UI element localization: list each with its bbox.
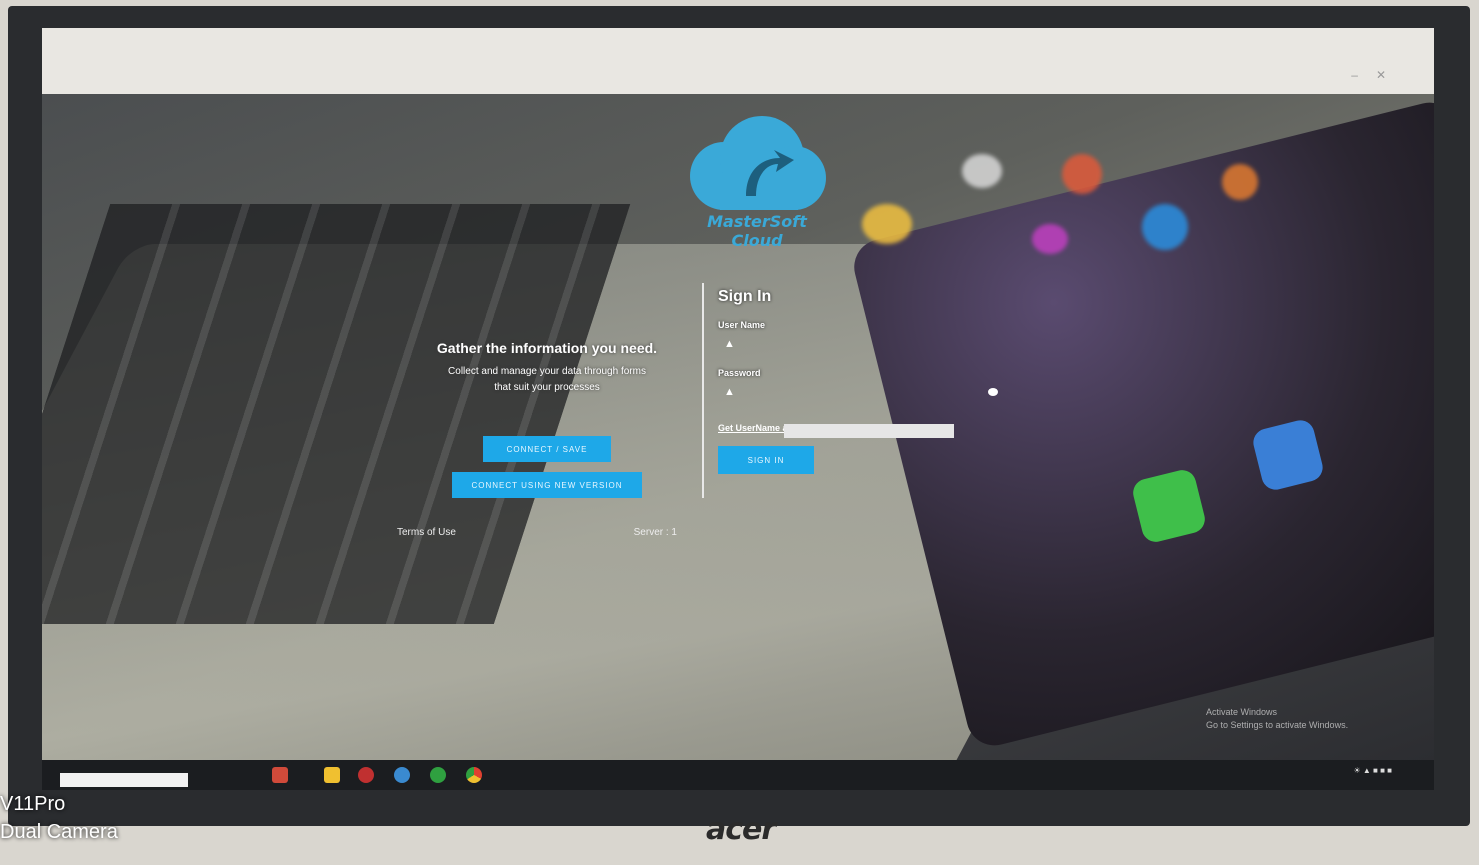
user-icon: ▲: [724, 338, 735, 350]
monitor-brand-logo: acer: [706, 812, 776, 847]
server-label: Server : 1: [633, 527, 677, 538]
monitor-frame: –✕ MasterSoft Cloud Gather the informati…: [8, 6, 1470, 826]
taskbar-app-icon[interactable]: [272, 767, 288, 783]
info-description-line2: that suit your processes: [494, 382, 600, 393]
connect-new-version-button[interactable]: CONNECT USING NEW VERSION: [452, 472, 642, 498]
password-field[interactable]: ▲: [718, 380, 1008, 406]
signin-button[interactable]: SIGN IN: [718, 446, 814, 474]
app-dot: [1062, 154, 1102, 194]
lock-icon: ▲: [724, 386, 735, 398]
window-controls[interactable]: –✕: [1351, 68, 1404, 82]
info-description: Collect and manage your data through for…: [448, 366, 646, 377]
forgot-link-overlay: [783, 424, 954, 438]
app-logo: MasterSoft Cloud: [682, 114, 832, 250]
app-dot: [1032, 224, 1068, 254]
system-tray[interactable]: ☀ ▲ ■ ■ ■: [1354, 766, 1392, 775]
bezel-sticker: [60, 773, 188, 787]
password-label: Password: [718, 368, 761, 378]
app-dot: [1142, 204, 1188, 250]
camera-watermark: V11Pro Dual Camera: [0, 790, 118, 846]
activate-windows-title: Activate Windows: [1206, 707, 1278, 717]
signin-title: Sign In: [718, 288, 772, 305]
app-icon[interactable]: [430, 767, 446, 783]
activate-windows-subtitle: Go to Settings to activate Windows.: [1206, 720, 1349, 730]
media-player-icon[interactable]: [358, 767, 374, 783]
info-panel: Gather the information you need. Collect…: [397, 258, 697, 538]
cloud-arrow-icon: [690, 116, 826, 210]
screen: –✕ MasterSoft Cloud Gather the informati…: [42, 28, 1434, 790]
app-name: MasterSoft Cloud: [707, 212, 807, 250]
app-icon[interactable]: [394, 767, 410, 783]
app-dot: [1222, 164, 1258, 200]
signin-form: Sign In User Name ▲ Password ▲ Get UserN…: [718, 268, 1128, 478]
username-field[interactable]: ▲: [718, 332, 1008, 358]
camera-watermark-line2: Dual Camera: [0, 821, 118, 843]
file-explorer-icon[interactable]: [324, 767, 340, 783]
taskbar: ☀ ▲ ■ ■ ■: [42, 760, 1434, 790]
eye-icon[interactable]: [988, 388, 998, 396]
browser-title-bar: –✕: [42, 28, 1434, 95]
app-dot: [962, 154, 1002, 188]
camera-watermark-line1: V11Pro: [0, 793, 66, 815]
app-dot: [862, 204, 912, 244]
username-label: User Name: [718, 320, 766, 330]
chrome-icon[interactable]: [466, 767, 482, 783]
activate-windows-notice: Activate Windows Go to Settings to activ…: [1206, 706, 1348, 732]
terms-of-use-link[interactable]: Terms of Use: [397, 527, 456, 538]
connect-button[interactable]: CONNECT / SAVE: [483, 436, 611, 462]
panel-divider: [702, 283, 704, 498]
info-heading: Gather the information you need.: [436, 340, 658, 356]
